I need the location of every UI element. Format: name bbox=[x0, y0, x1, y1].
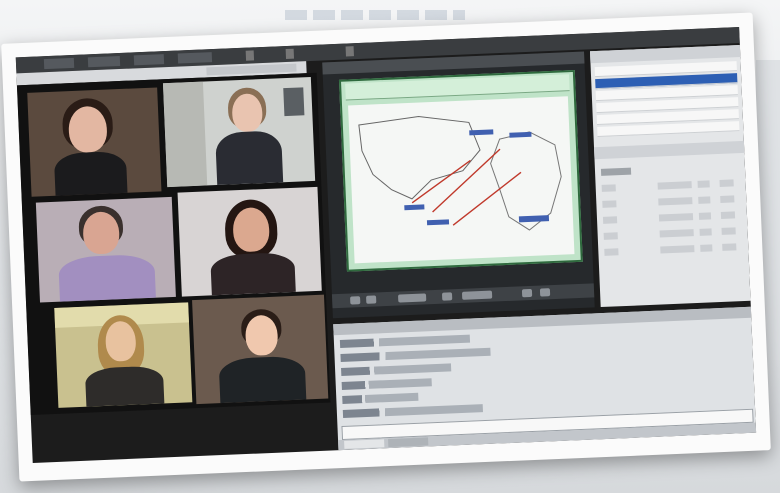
menu-item-3[interactable] bbox=[133, 54, 165, 66]
poll-cell bbox=[697, 180, 710, 188]
chat-message bbox=[339, 334, 471, 349]
mic-icon[interactable] bbox=[285, 48, 295, 60]
map-label bbox=[518, 215, 550, 223]
poll-row bbox=[600, 163, 739, 177]
poll-cell bbox=[601, 184, 616, 192]
poll-cell bbox=[604, 248, 619, 256]
conference-app-screen bbox=[15, 27, 757, 463]
chat-tab-other[interactable] bbox=[388, 437, 429, 448]
poll-header bbox=[594, 140, 745, 160]
chat-tab-everyone[interactable] bbox=[344, 439, 385, 449]
poll-cell bbox=[721, 227, 736, 235]
zoom-control[interactable] bbox=[461, 290, 493, 300]
poll-label bbox=[600, 167, 632, 176]
poll-cell bbox=[698, 212, 712, 220]
poll-cell bbox=[722, 243, 737, 251]
menu-item-4[interactable] bbox=[177, 52, 213, 64]
participant-body bbox=[84, 365, 165, 407]
room-wall bbox=[162, 81, 208, 188]
chat-message bbox=[340, 347, 491, 362]
poll-cell bbox=[602, 200, 617, 208]
video-grid bbox=[16, 72, 331, 416]
poll-cell bbox=[603, 232, 618, 240]
attendee-pod bbox=[589, 45, 751, 308]
poll-cell bbox=[657, 181, 692, 190]
fullscreen-icon[interactable] bbox=[539, 288, 551, 297]
map-drawing bbox=[358, 116, 562, 231]
video-tile-5[interactable] bbox=[54, 302, 193, 408]
poll-cell bbox=[699, 228, 712, 236]
video-tile-2[interactable] bbox=[162, 76, 316, 188]
chat-message bbox=[341, 363, 452, 376]
poll-row bbox=[604, 243, 742, 257]
route-line bbox=[411, 159, 471, 204]
sync-icon[interactable] bbox=[521, 288, 533, 298]
chat-pod bbox=[333, 306, 757, 451]
participant-body bbox=[53, 150, 128, 197]
page-indicator bbox=[398, 293, 427, 303]
route-line bbox=[452, 171, 522, 226]
poll-cell bbox=[659, 229, 694, 238]
poll-row bbox=[602, 195, 740, 209]
participant-body bbox=[218, 355, 307, 404]
prev-slide-icon[interactable] bbox=[350, 296, 361, 305]
poll-cell bbox=[698, 196, 711, 204]
chat-message bbox=[342, 392, 419, 404]
poll-cell bbox=[658, 213, 694, 222]
poll-cell bbox=[658, 197, 693, 206]
participant-body bbox=[58, 253, 156, 302]
chat-message bbox=[342, 404, 483, 418]
video-tile-1[interactable] bbox=[27, 87, 162, 197]
poll-cell bbox=[720, 195, 735, 203]
video-tile-4[interactable] bbox=[177, 186, 322, 297]
poll-cell bbox=[719, 179, 734, 187]
map-label bbox=[404, 204, 425, 211]
pointer-icon[interactable] bbox=[441, 292, 453, 301]
poll-cell bbox=[602, 216, 618, 224]
map-label bbox=[509, 131, 532, 138]
settings-icon[interactable] bbox=[245, 50, 255, 61]
next-slide-icon[interactable] bbox=[366, 295, 377, 304]
poll-row bbox=[603, 227, 742, 241]
route-line bbox=[432, 148, 501, 213]
camera-icon[interactable] bbox=[345, 46, 354, 57]
background-text-blur bbox=[285, 10, 465, 20]
shared-slide bbox=[338, 69, 583, 272]
room-shelf bbox=[283, 87, 305, 117]
poll-cell bbox=[700, 244, 713, 252]
presentation-pod bbox=[322, 51, 595, 319]
map-label bbox=[469, 129, 494, 136]
menu-item-1[interactable] bbox=[43, 57, 75, 70]
presentation-toolbar bbox=[331, 283, 595, 309]
participant-body bbox=[210, 251, 296, 296]
map-label bbox=[426, 219, 450, 226]
poll-row bbox=[601, 179, 740, 193]
chat-message bbox=[341, 378, 432, 390]
poll-row bbox=[602, 211, 741, 225]
photo-frame bbox=[1, 12, 771, 482]
participant-body bbox=[215, 130, 284, 186]
poll-cell bbox=[720, 211, 736, 219]
us-map-outline bbox=[358, 116, 481, 200]
video-tile-3[interactable] bbox=[35, 196, 176, 303]
menu-item-2[interactable] bbox=[87, 55, 121, 68]
video-tile-6[interactable] bbox=[192, 294, 329, 405]
poll-cell bbox=[660, 245, 695, 254]
slide-map bbox=[348, 96, 575, 264]
